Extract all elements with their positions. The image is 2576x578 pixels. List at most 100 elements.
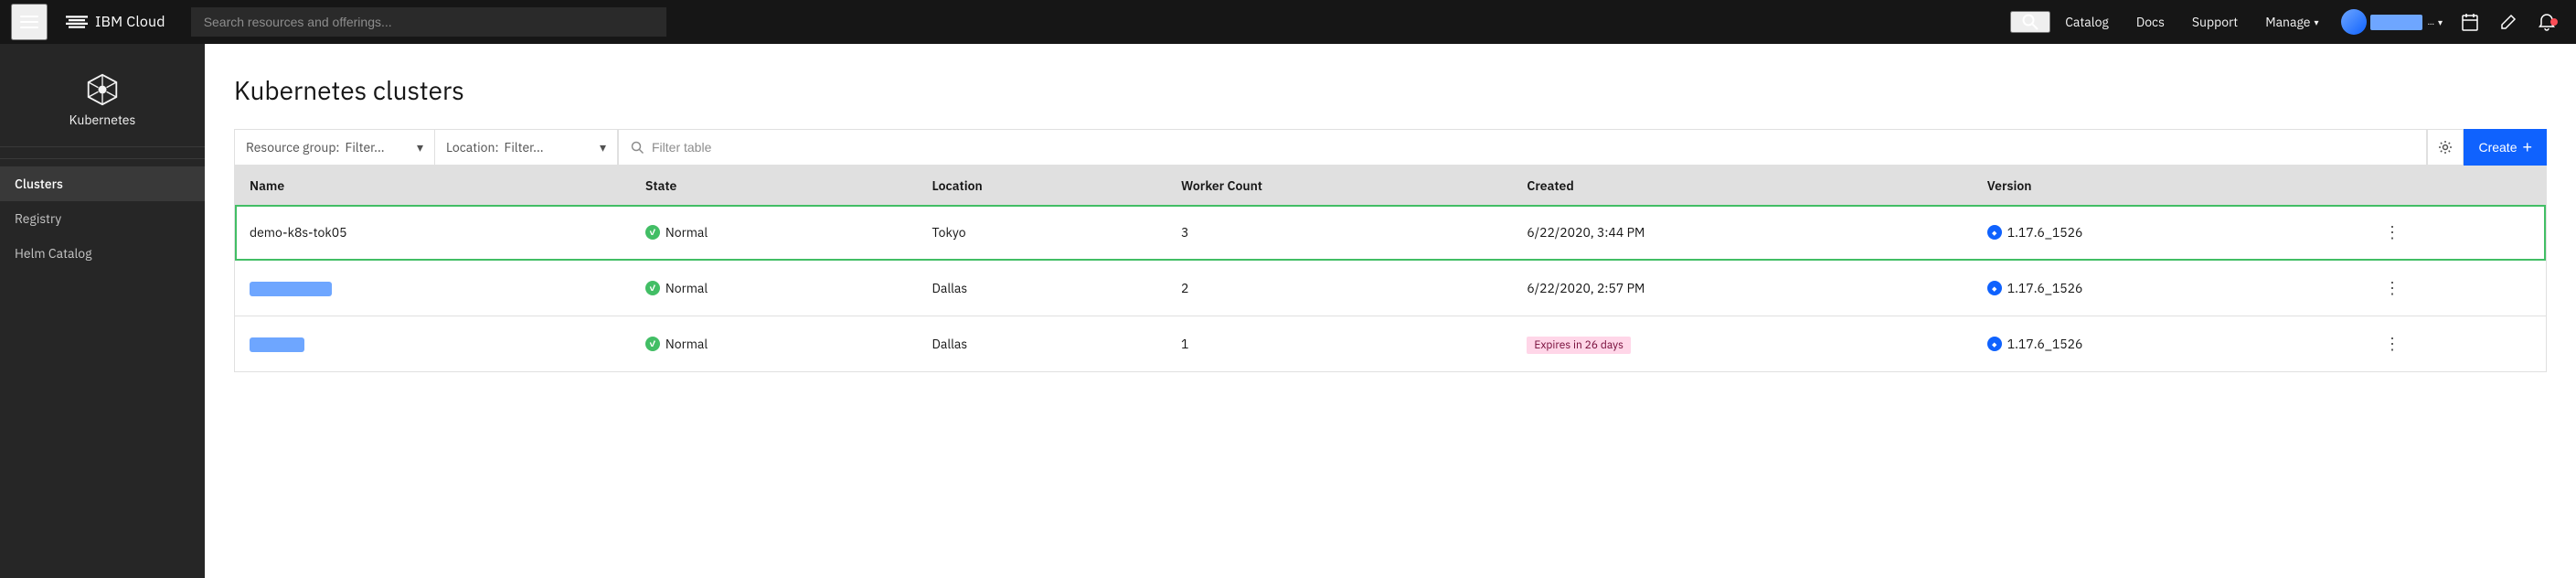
sidebar-service-name: Kubernetes [69,112,136,128]
col-worker-count: Worker Count [1166,166,1512,205]
kubernetes-version-icon [1987,225,2002,240]
cell-name [235,261,631,316]
edit-button[interactable] [2490,13,2527,31]
col-state: State [631,166,918,205]
status-normal: Normal [645,280,903,296]
page-title: Kubernetes clusters [234,73,2547,107]
cell-worker-count: 1 [1166,316,1512,372]
catalog-link[interactable]: Catalog [2052,14,2122,30]
docs-link[interactable]: Docs [2124,14,2177,30]
user-dropdown-icon: ... [2428,17,2434,27]
hamburger-menu-button[interactable] [11,4,48,40]
table-header-row: Name State Location Worker Count Created… [235,166,2546,205]
col-version: Version [1973,166,2363,205]
status-normal: Normal [645,224,903,241]
user-account-button[interactable]: ... ▾ [2334,9,2450,35]
sidebar-service-header: Kubernetes [0,59,205,147]
table-row[interactable]: demo-k8s-tok05 Normal Tokyo 3 6/22/2020,… [235,205,2546,261]
col-actions [2363,166,2546,205]
main-content: Kubernetes clusters Resource group: Filt… [205,44,2576,578]
cell-name [235,316,631,372]
avatar [2341,9,2367,35]
sidebar-item-registry[interactable]: Registry [0,201,205,236]
col-created: Created [1512,166,1972,205]
kubernetes-version-icon [1987,337,2002,351]
cell-state: Normal [631,316,918,372]
table-row[interactable]: Normal Dallas 1 Expires in 26 days 1.17.… [235,316,2546,372]
filter-table-input[interactable] [652,140,2415,155]
sidebar-item-helm-catalog-label: Helm Catalog [15,245,92,262]
resource-group-chevron-icon: ▾ [417,139,423,155]
status-dot-icon [645,225,660,240]
create-plus-icon: + [2522,138,2532,157]
user-chevron-icon: ▾ [2438,16,2443,28]
redacted-name [250,337,304,352]
sidebar-item-registry-label: Registry [15,210,61,227]
filter-search-icon [630,140,644,155]
user-name-redacted [2370,15,2422,30]
cell-worker-count: 2 [1166,261,1512,316]
cell-created: Expires in 26 days [1512,316,1972,372]
row-overflow-button[interactable]: ⋮ [2378,218,2407,247]
topnav-right-actions: Catalog Docs Support Manage ▾ ... ▾ [2010,9,2565,35]
kubernetes-icon [86,73,119,106]
clusters-table: Name State Location Worker Count Created… [234,166,2547,372]
settings-icon [2438,140,2453,155]
toolbar: Resource group: Filter... ▾ Location: Fi… [234,129,2547,166]
cell-state: Normal [631,205,918,261]
resource-group-value: Filter... [346,139,385,155]
version-cell: 1.17.6_1526 [1987,336,2348,352]
cell-state: Normal [631,261,918,316]
cell-name: demo-k8s-tok05 [235,205,631,261]
cell-created: 6/22/2020, 3:44 PM [1512,205,1972,261]
calendar-button[interactable] [2452,13,2488,31]
sidebar: Kubernetes Clusters Registry Helm Catalo… [0,44,205,578]
create-button[interactable]: Create + [2464,129,2547,166]
cell-worker-count: 3 [1166,205,1512,261]
brand-logo: IBM Cloud [55,11,176,33]
sidebar-item-clusters[interactable]: Clusters [0,166,205,201]
sidebar-item-helm-catalog[interactable]: Helm Catalog [0,236,205,271]
location-filter[interactable]: Location: Filter... ▾ [435,129,618,166]
top-navigation: IBM Cloud Catalog Docs Support Manage ▾ … [0,0,2576,44]
row-overflow-button[interactable]: ⋮ [2378,273,2407,303]
redacted-name [250,282,332,296]
notification-button[interactable] [2528,13,2565,31]
table-search[interactable] [618,129,2427,166]
resource-group-filter[interactable]: Resource group: Filter... ▾ [234,129,435,166]
manage-chevron-icon: ▾ [2314,16,2318,28]
version-cell: 1.17.6_1526 [1987,224,2348,241]
global-search[interactable] [191,7,666,37]
search-icon-button[interactable] [2010,11,2050,33]
settings-button[interactable] [2427,129,2464,166]
cell-version: 1.17.6_1526 [1973,205,2363,261]
manage-link[interactable]: Manage ▾ [2252,14,2331,30]
sidebar-divider [0,158,205,159]
cell-location: Tokyo [918,205,1166,261]
kubernetes-version-icon [1987,281,2002,295]
col-location: Location [918,166,1166,205]
cell-overflow: ⋮ [2363,261,2546,316]
support-link[interactable]: Support [2179,14,2251,30]
resource-group-label: Resource group: [246,139,340,155]
notification-badge [2550,18,2558,26]
cell-overflow: ⋮ [2363,316,2546,372]
col-name: Name [235,166,631,205]
table-row[interactable]: Normal Dallas 2 6/22/2020, 2:57 PM 1.17.… [235,261,2546,316]
create-label: Create [2478,140,2517,155]
search-input[interactable] [191,7,666,37]
status-normal: Normal [645,336,903,352]
cell-overflow: ⋮ [2363,205,2546,261]
location-label: Location: [446,139,499,155]
version-cell: 1.17.6_1526 [1987,280,2348,296]
location-chevron-icon: ▾ [600,139,606,155]
cell-location: Dallas [918,316,1166,372]
row-overflow-button[interactable]: ⋮ [2378,329,2407,359]
status-dot-icon [645,337,660,351]
cell-created: 6/22/2020, 2:57 PM [1512,261,1972,316]
location-value: Filter... [505,139,544,155]
cell-version: 1.17.6_1526 [1973,316,2363,372]
brand-name: IBM Cloud [95,13,165,31]
cell-version: 1.17.6_1526 [1973,261,2363,316]
status-dot-icon [645,281,660,295]
